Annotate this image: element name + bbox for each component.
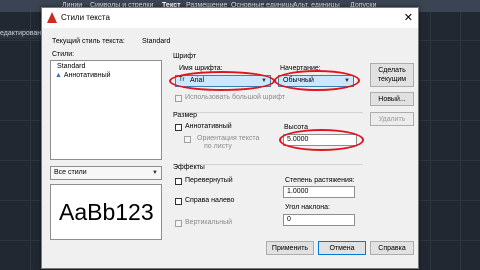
oblique-label: Угол наклона: [285,204,330,211]
vertical-checkbox[interactable] [175,220,182,227]
cancel-button[interactable]: Отмена [318,241,366,255]
styles-label: Стили: [52,51,75,58]
bigfont-checkbox[interactable] [175,95,182,102]
oblique-input[interactable]: 0 [283,214,355,226]
delete-button[interactable]: Удалить [370,112,414,126]
width-factor-label: Степень растяжения: [285,177,355,184]
effects-group-label: Эффекты [173,164,205,171]
preview-text: AaBb123 [59,199,154,225]
orientation-label-2: по листу [204,143,232,150]
divider [173,112,363,113]
dialog-titlebar[interactable]: Стили текста ✕ [42,8,418,28]
style-item-standard[interactable]: Standard [57,63,85,70]
left-panel-label: едактирован... [0,30,46,39]
style-filter-select[interactable]: Все стили ▼ [50,166,162,180]
highlight-font-style [274,70,360,91]
help-button[interactable]: Справка [370,241,414,255]
size-group-label: Размер [173,112,198,119]
current-style-value: Standard [142,38,171,45]
current-style-label: Текущий стиль текста: [52,38,125,45]
oblique-value: 0 [287,216,291,223]
vertical-label: Вертикальный [185,219,233,226]
text-style-dialog: Стили текста ✕ Текущий стиль текста: Sta… [41,7,419,269]
upside-down-checkbox[interactable] [175,178,182,185]
new-button[interactable]: Новый... [370,92,414,106]
apply-button[interactable]: Применить [266,241,314,255]
width-factor-input[interactable]: 1.0000 [283,186,355,198]
annotative-label: Аннотативный [185,123,232,130]
style-item-annotative[interactable]: ▲ Аннотативный [55,72,111,79]
highlight-height [279,129,364,151]
style-filter-value: Все стили [54,169,87,176]
dialog-title: Стили текста [61,13,110,22]
width-factor-value: 1.0000 [287,188,309,195]
annotative-checkbox[interactable] [175,124,182,131]
preview-box: AaBb123 [50,184,162,240]
orientation-label-1: Ориентация текста [197,135,260,142]
upside-down-label: Перевернутый [185,177,233,184]
set-current-button[interactable]: Сделать текущим [370,63,414,87]
bigfont-label: Использовать большой шрифт [185,94,286,101]
backwards-checkbox[interactable] [175,198,182,205]
autocad-logo-icon [47,12,57,23]
backwards-label: Справа налево [185,197,235,204]
font-group-label: Шрифт [173,53,197,60]
chevron-down-icon: ▼ [152,170,158,176]
close-icon[interactable]: ✕ [404,11,413,24]
styles-list[interactable]: Standard ▲ Аннотативный [50,60,162,160]
highlight-font-name [169,71,275,91]
annotative-icon: ▲ [55,72,62,79]
orientation-checkbox[interactable] [184,136,191,143]
